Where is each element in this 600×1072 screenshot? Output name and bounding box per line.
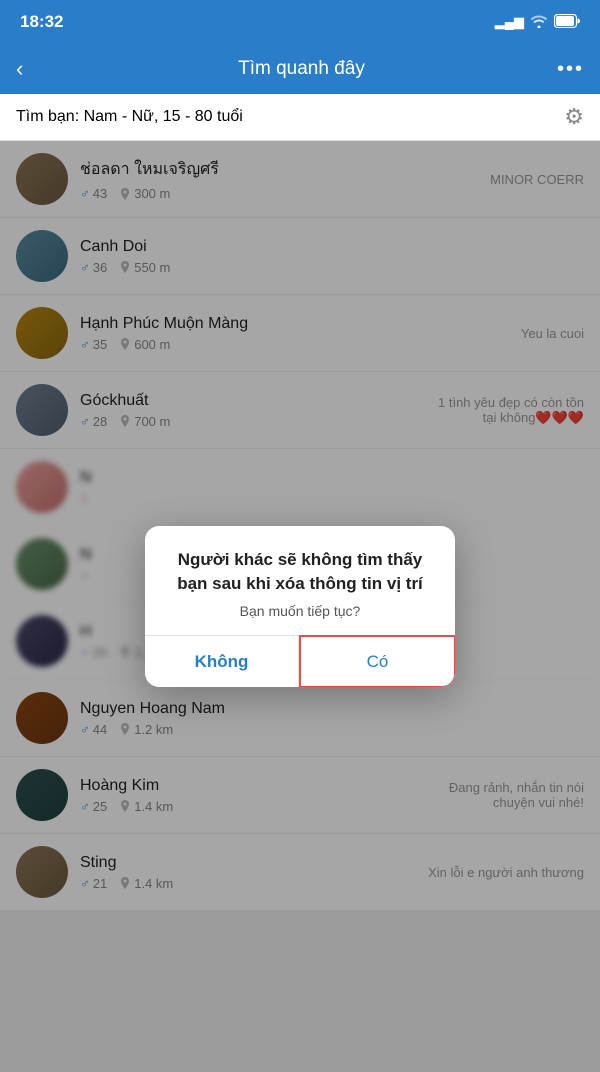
header: ‹ Tìm quanh đây ••• xyxy=(0,44,600,94)
more-button[interactable]: ••• xyxy=(557,58,584,81)
status-time: 18:32 xyxy=(20,12,63,32)
filter-bar: Tìm bạn: Nam - Nữ, 15 - 80 tuổi ⚙ xyxy=(0,94,600,141)
status-bar: 18:32 ▂▄▆ xyxy=(0,0,600,44)
filter-value: Nam - Nữ, 15 - 80 tuổi xyxy=(84,108,243,125)
back-button[interactable]: ‹ xyxy=(16,56,46,82)
page-title: Tìm quanh đây xyxy=(46,58,557,80)
content-area: ช่อลดา ใหมเจริญศรี ♂ 43 300 m MINOR COER… xyxy=(0,141,600,1072)
signal-icon: ▂▄▆ xyxy=(495,14,524,30)
cancel-button[interactable]: Không xyxy=(145,636,299,687)
modal-actions: Không Có xyxy=(145,635,455,687)
filter-text: Tìm bạn: Nam - Nữ, 15 - 80 tuổi xyxy=(16,108,243,126)
filter-label: Tìm bạn: xyxy=(16,108,79,125)
status-icons: ▂▄▆ xyxy=(495,14,580,31)
modal-dialog: Người khác sẽ không tìm thấy bạn sau khi… xyxy=(145,526,455,688)
settings-icon[interactable]: ⚙ xyxy=(564,104,584,130)
modal-overlay: Người khác sẽ không tìm thấy bạn sau khi… xyxy=(0,141,600,1072)
battery-icon xyxy=(554,14,580,31)
confirm-button[interactable]: Có xyxy=(299,635,455,687)
modal-body: Người khác sẽ không tìm thấy bạn sau khi… xyxy=(145,526,455,636)
modal-title: Người khác sẽ không tìm thấy bạn sau khi… xyxy=(167,548,433,596)
wifi-icon xyxy=(530,14,548,31)
modal-subtitle: Bạn muốn tiếp tục? xyxy=(167,603,433,619)
